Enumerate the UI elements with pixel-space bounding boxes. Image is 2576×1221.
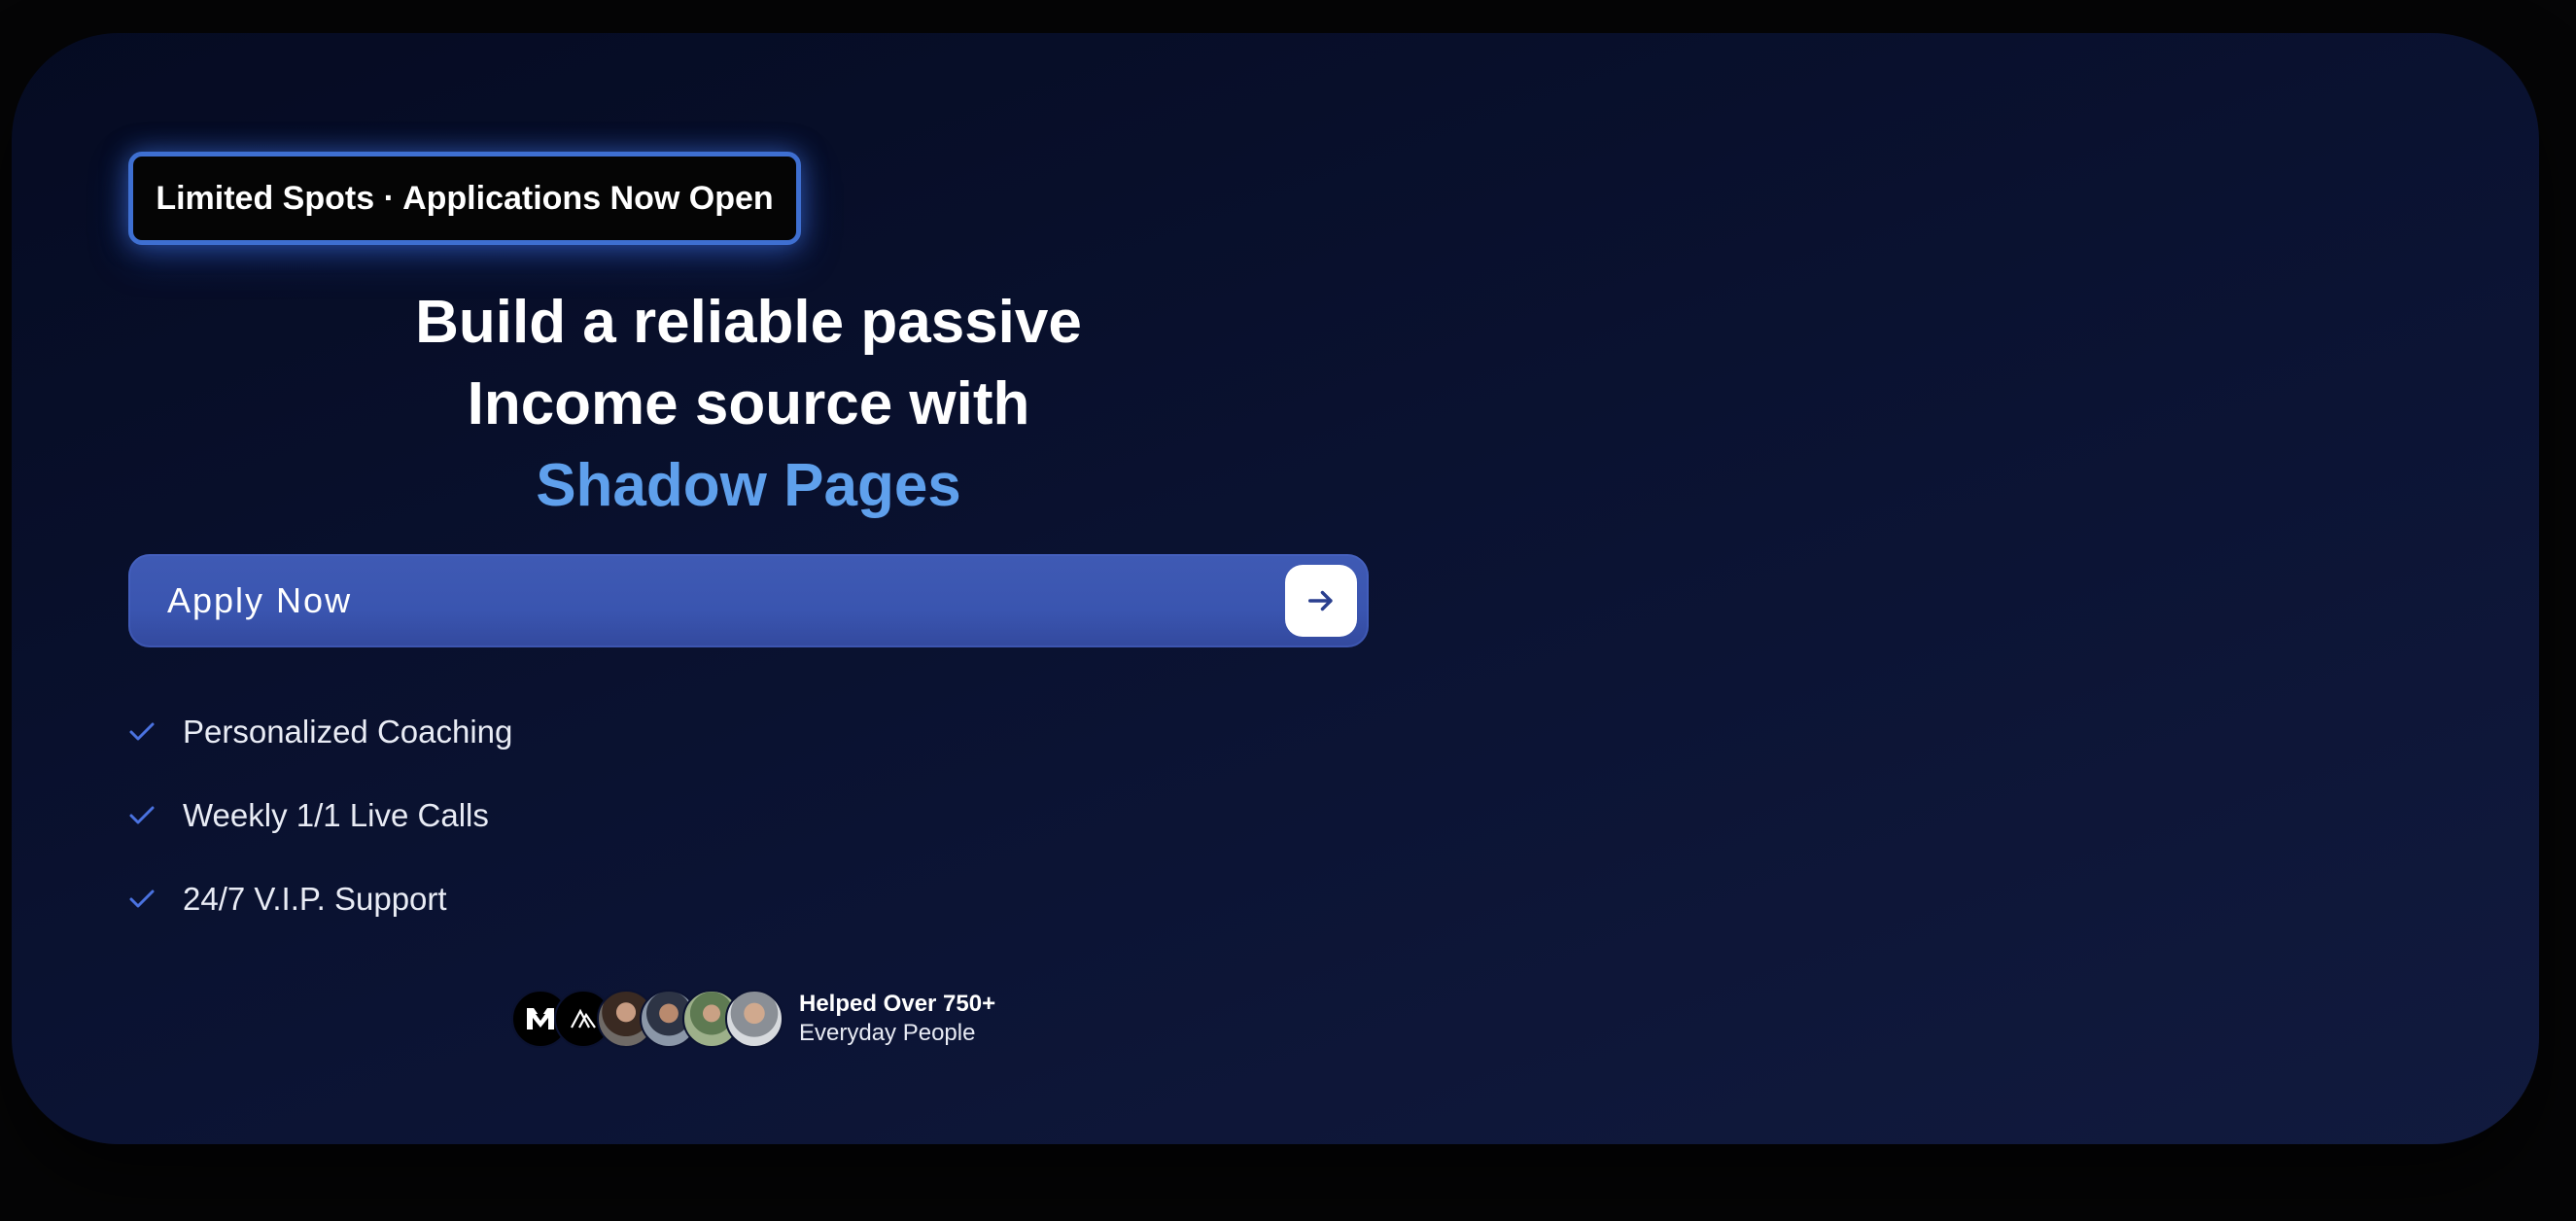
feature-label: 24/7 V.I.P. Support [183, 881, 447, 917]
check-icon [128, 720, 183, 744]
badge-text: Limited Spots · Applications Now Open [156, 179, 774, 217]
social-proof: Helped Over 750+ Everyday People [511, 966, 995, 1071]
check-icon [128, 888, 183, 911]
social-proof-text: Helped Over 750+ Everyday People [799, 990, 995, 1048]
avatar-person-4 [725, 990, 783, 1048]
avatar-group [511, 990, 783, 1048]
headline-accent: Shadow Pages [536, 452, 961, 519]
apply-now-button[interactable]: Apply Now [128, 554, 1369, 647]
feature-item: Personalized Coaching [128, 690, 512, 774]
headline-line-1: Build a reliable passive [415, 289, 1082, 356]
feature-label: Personalized Coaching [183, 714, 513, 750]
headline-line-2: Income source with [467, 370, 1030, 437]
feature-item: Weekly 1/1 Live Calls [128, 774, 512, 857]
check-icon [128, 804, 183, 827]
hero-headline: Build a reliable passive Income source w… [128, 282, 1369, 527]
limited-spots-badge: Limited Spots · Applications Now Open [128, 152, 801, 245]
social-proof-title: Helped Over 750+ [799, 991, 996, 1017]
feature-item: 24/7 V.I.P. Support [128, 857, 512, 941]
arrow-right-icon[interactable] [1285, 565, 1357, 637]
social-proof-subtitle: Everyday People [799, 1020, 976, 1046]
feature-list: Personalized Coaching Weekly 1/1 Live Ca… [128, 690, 512, 941]
apply-now-label: Apply Now [167, 580, 353, 620]
hero-card: Limited Spots · Applications Now Open Bu… [12, 33, 2539, 1144]
feature-label: Weekly 1/1 Live Calls [183, 797, 489, 833]
